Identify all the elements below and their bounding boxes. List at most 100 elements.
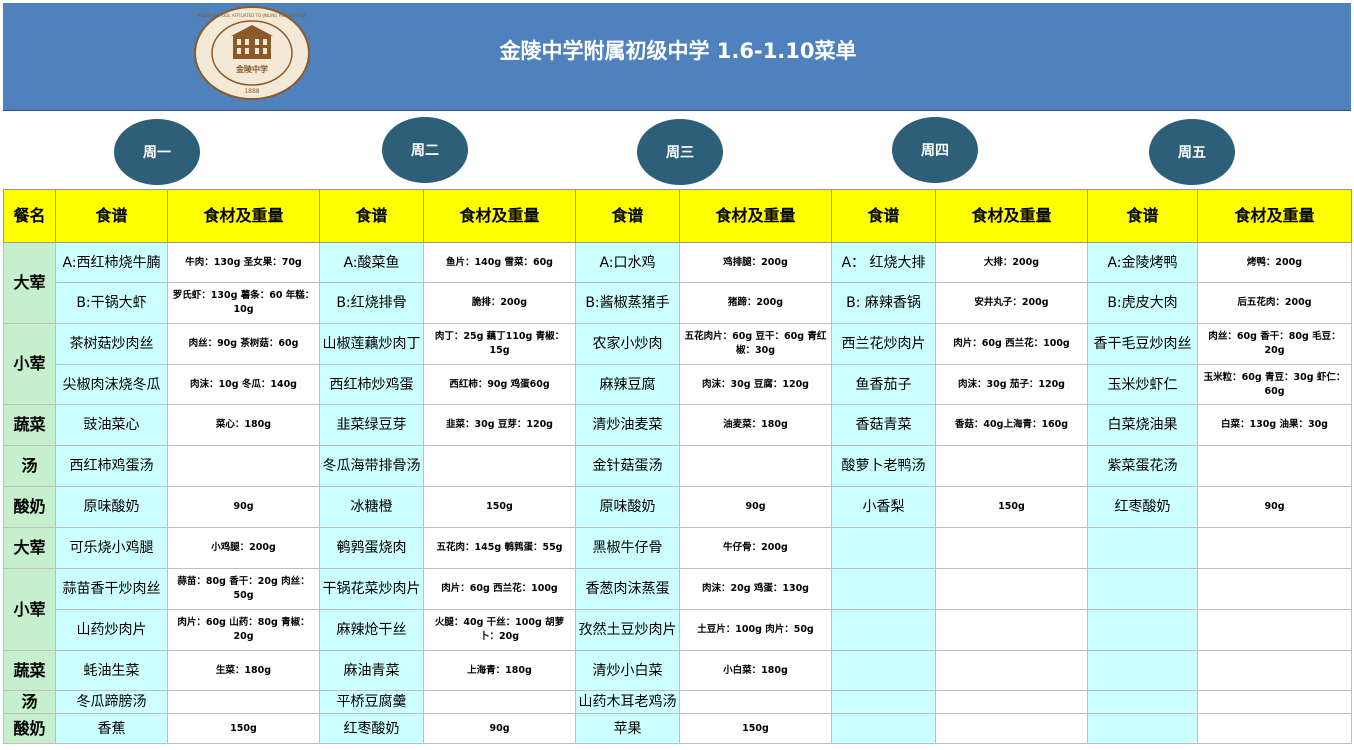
dish-cell: 香葱肉沫蒸蛋 (575, 568, 680, 610)
dish-cell: 豉油菜心 (55, 404, 168, 446)
ingredient-cell (1197, 527, 1352, 569)
dish-cell: 冬瓜蹄膀汤 (55, 690, 168, 714)
dish-cell: 孜然土豆炒肉片 (575, 609, 680, 651)
table-row: 酸奶 香蕉 150g 红枣酸奶 90g 苹果 150g (3, 713, 1352, 744)
ingredient-cell: 白菜：130g 油果：30g (1197, 404, 1352, 446)
dish-cell (831, 568, 936, 610)
ingredient-cell: 小白菜：180g (679, 650, 832, 691)
ingredient-cell (935, 713, 1088, 744)
dish-cell: B: 麻辣香锅 (831, 282, 936, 324)
ingredient-cell (423, 445, 576, 487)
day-badge-fri: 周五 (1149, 119, 1235, 185)
dish-cell: 原味酸奶 (575, 486, 680, 528)
ingredient-cell: 玉米粒：60g 青豆：30g 虾仁：60g (1197, 364, 1352, 405)
dish-cell: 清炒小白菜 (575, 650, 680, 691)
ingredient-cell: 150g (935, 486, 1088, 528)
dish-cell: 香干毛豆炒肉丝 (1087, 323, 1198, 365)
dish-cell: 紫菜蛋花汤 (1087, 445, 1198, 487)
dish-cell: 苹果 (575, 713, 680, 744)
table-row: 汤西红柿鸡蛋汤 冬瓜海带排骨汤 金针菇蛋汤 酸萝卜老鸭汤 紫菜蛋花汤 (3, 445, 1352, 487)
table-row: B:干锅大虾 罗氏虾：130g 薯条：60 年糕：10g B:红烧排骨 脆排：200g… (4, 282, 1352, 324)
ingredient-cell: 脆排：200g (423, 282, 576, 324)
header-ingredients: 食材及重量 (167, 189, 320, 243)
dish-cell: 蒜苗香干炒肉丝 (55, 568, 168, 610)
header-meal: 餐名 (3, 189, 56, 243)
ingredient-cell (167, 690, 320, 714)
dish-cell: 冰糖橙 (319, 486, 424, 528)
ingredient-cell: 生菜：180g (167, 650, 320, 691)
ingredient-cell: 五花肉：145g 鹌鹑蛋：55g (423, 527, 576, 569)
menu-table: 餐名 食谱 食材及重量 食谱 食材及重量 食谱 食材及重量 食谱 食材及重量 食… (3, 189, 1352, 744)
ingredient-cell: 安井丸子：200g (935, 282, 1088, 324)
dish-cell (831, 609, 936, 651)
meal-name: 汤 (3, 445, 56, 487)
ingredient-cell: 肉沫：10g 冬瓜：140g (167, 364, 320, 405)
ingredient-cell: 韭菜：30g 豆芽：120g (423, 404, 576, 446)
dish-cell: 农家小炒肉 (575, 323, 680, 365)
ingredient-cell: 油麦菜：180g (679, 404, 832, 446)
ingredient-cell: 罗氏虾：130g 薯条：60 年糕：10g (167, 282, 320, 324)
table-row: 酸奶 原味酸奶 90g 冰糖橙 150g 原味酸奶 90g 小香梨 150g 红枣酸奶 90g (3, 486, 1352, 528)
ingredient-cell: 150g (167, 713, 320, 744)
ingredient-cell (935, 568, 1088, 610)
dish-cell: 可乐烧小鸡腿 (55, 527, 168, 569)
header-ingredients: 食材及重量 (1197, 189, 1352, 243)
dish-cell: 红枣酸奶 (1087, 486, 1198, 528)
ingredient-cell: 90g (1197, 486, 1352, 528)
dish-cell (1087, 568, 1198, 610)
header-ingredients: 食材及重量 (679, 189, 832, 243)
ingredient-cell (935, 650, 1088, 691)
ingredient-cell: 小鸡腿：200g (167, 527, 320, 569)
dish-cell: B:干锅大虾 (55, 282, 168, 324)
ingredient-cell: 上海青：180g (423, 650, 576, 691)
dish-cell (1087, 650, 1198, 691)
dish-cell: 鹌鹑蛋烧肉 (319, 527, 424, 569)
meal-name: 蔬菜 (3, 650, 56, 691)
ingredient-cell (1197, 445, 1352, 487)
table-row: 蔬菜 蚝油生菜 生菜：180g 麻油青菜 上海青：180g 清炒小白菜 小白菜：180g (3, 650, 1352, 691)
dish-cell: 西红柿鸡蛋汤 (55, 445, 168, 487)
dish-cell: A:西红柿烧牛腩 (55, 242, 168, 283)
ingredient-cell: 肉片：60g 西兰花：100g (935, 323, 1088, 365)
ingredient-cell: 肉片：60g 西兰花：100g (423, 568, 576, 610)
dish-cell: 山药炒肉片 (55, 609, 168, 651)
ingredient-cell (935, 609, 1088, 651)
table-row: 汤冬瓜蹄膀汤 平桥豆腐羹 山药木耳老鸡汤 (3, 690, 1352, 714)
day-badge-mon: 周一 (114, 119, 200, 185)
header-ingredients: 食材及重量 (935, 189, 1088, 243)
table-row: 尖椒肉沫烧冬瓜 肉沫：10g 冬瓜：140g 西红柿炒鸡蛋 西红柿：90g 鸡蛋60g… (4, 364, 1352, 405)
dish-cell: 西红柿炒鸡蛋 (319, 364, 424, 405)
dish-cell: 黑椒牛仔骨 (575, 527, 680, 569)
svg-text:金陵中学: 金陵中学 (235, 64, 268, 74)
ingredient-cell (679, 445, 832, 487)
ingredient-cell (935, 690, 1088, 714)
dish-cell: 鱼香茄子 (831, 364, 936, 405)
header-dish: 食谱 (1087, 189, 1198, 243)
dish-cell: 红枣酸奶 (319, 713, 424, 744)
dish-cell: 小香梨 (831, 486, 936, 528)
dish-cell: B:红烧排骨 (319, 282, 424, 324)
dish-cell: 玉米炒虾仁 (1087, 364, 1198, 405)
dish-cell: 麻油青菜 (319, 650, 424, 691)
svg-text:MIDDLE SCHOOL AFFILIATED TO JI: MIDDLE SCHOOL AFFILIATED TO JINLING HIGH… (197, 13, 308, 18)
ingredient-cell: 蒜苗：80g 香干：20g 肉丝：50g (167, 568, 320, 610)
dish-cell: 蚝油生菜 (55, 650, 168, 691)
ingredient-cell (935, 527, 1088, 569)
ingredient-cell: 土豆片：100g 肉片：50g (679, 609, 832, 651)
header-dish: 食谱 (575, 189, 680, 243)
ingredient-cell: 香菇：40g上海青：160g (935, 404, 1088, 446)
dish-cell: 金针菇蛋汤 (575, 445, 680, 487)
ingredient-cell: 肉沫：30g 豆腐：120g (679, 364, 832, 405)
ingredient-cell (1197, 650, 1352, 691)
dish-cell: 茶树菇炒肉丝 (55, 323, 168, 365)
ingredient-cell (1197, 609, 1352, 651)
header-dish: 食谱 (319, 189, 424, 243)
ingredient-cell: 菜心：180g (167, 404, 320, 446)
day-badge-thu: 周四 (892, 117, 978, 183)
ingredient-cell: 肉沫：30g 茄子：120g (935, 364, 1088, 405)
table-row: 蔬菜 豉油菜心 菜心：180g 韭菜绿豆芽 韭菜：30g 豆芽：120g 清炒油麦菜 油麦菜… (3, 404, 1352, 446)
dish-cell: A:金陵烤鸭 (1087, 242, 1198, 283)
dish-cell: 麻辣豆腐 (575, 364, 680, 405)
dish-cell: 冬瓜海带排骨汤 (319, 445, 424, 487)
table-row: 山药炒肉片 肉片：60g 山药：80g 青椒：20g 麻辣炝干丝 火腿：40g 干丝：… (4, 609, 1352, 651)
